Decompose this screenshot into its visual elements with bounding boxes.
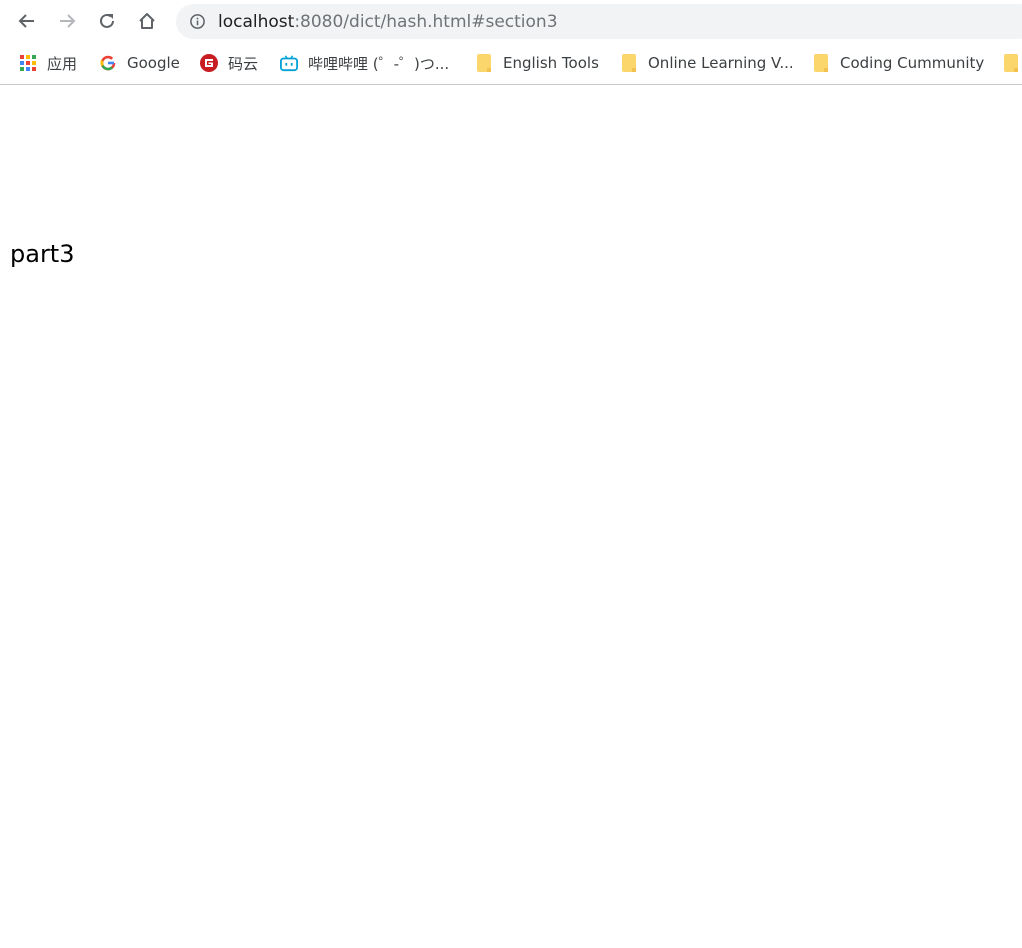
reload-icon bbox=[100, 13, 114, 28]
back-arrow-icon bbox=[18, 14, 34, 28]
forward-arrow-icon bbox=[60, 14, 76, 28]
bookmark-folder-english-tools[interactable]: English Tools bbox=[475, 51, 599, 75]
url-path: :8080/dict/hash.html#section3 bbox=[294, 11, 558, 32]
google-logo-icon bbox=[99, 54, 117, 72]
folder-icon bbox=[620, 54, 638, 72]
bookmark-google[interactable]: Google bbox=[99, 51, 180, 75]
bookmark-folder-online-learning[interactable]: Online Learning V... bbox=[620, 51, 794, 75]
forward-button[interactable] bbox=[54, 8, 80, 34]
browser-chrome: localhost:8080/dict/hash.html#section3 应… bbox=[0, 0, 1022, 85]
page-content: part3 bbox=[0, 85, 1022, 948]
info-icon[interactable] bbox=[189, 13, 206, 30]
bookmark-label: English Tools bbox=[503, 54, 599, 72]
bookmark-apps[interactable]: 应用 bbox=[19, 51, 77, 75]
bookmark-label: Online Learning V... bbox=[648, 54, 794, 72]
folder-icon bbox=[1002, 54, 1020, 72]
section-text: part3 bbox=[10, 240, 75, 268]
bookmarks-bar: 应用 Google 码云 哔哩哔哩 (゜-゜)つ... English Tool… bbox=[0, 43, 1022, 83]
bookmark-gitee[interactable]: 码云 bbox=[200, 51, 258, 75]
bookmark-label: Coding Cummunity bbox=[840, 54, 985, 72]
back-button[interactable] bbox=[14, 8, 40, 34]
bookmark-label: 应用 bbox=[47, 54, 78, 73]
apps-grid-icon bbox=[19, 54, 37, 72]
bookmark-folder-coding-community[interactable]: Coding Cummunity bbox=[812, 51, 984, 75]
folder-icon bbox=[475, 54, 493, 72]
bookmark-label: 哔哩哔哩 (゜-゜)つ... bbox=[308, 54, 450, 73]
bookmark-label: 码云 bbox=[228, 54, 259, 73]
gitee-logo-icon bbox=[200, 54, 218, 72]
folder-icon bbox=[812, 54, 830, 72]
bookmark-label: Google bbox=[127, 54, 180, 72]
browser-toolbar: localhost:8080/dict/hash.html#section3 bbox=[0, 0, 1022, 43]
url-host: localhost bbox=[218, 11, 295, 32]
bookmark-bilibili[interactable]: 哔哩哔哩 (゜-゜)つ... bbox=[280, 51, 449, 75]
bookmark-folder-overflow[interactable] bbox=[1002, 51, 1022, 75]
address-bar[interactable]: localhost:8080/dict/hash.html#section3 bbox=[176, 4, 1022, 39]
home-icon bbox=[139, 13, 155, 29]
home-button[interactable] bbox=[134, 8, 160, 34]
reload-button[interactable] bbox=[94, 8, 120, 34]
bilibili-tv-icon bbox=[280, 54, 298, 72]
